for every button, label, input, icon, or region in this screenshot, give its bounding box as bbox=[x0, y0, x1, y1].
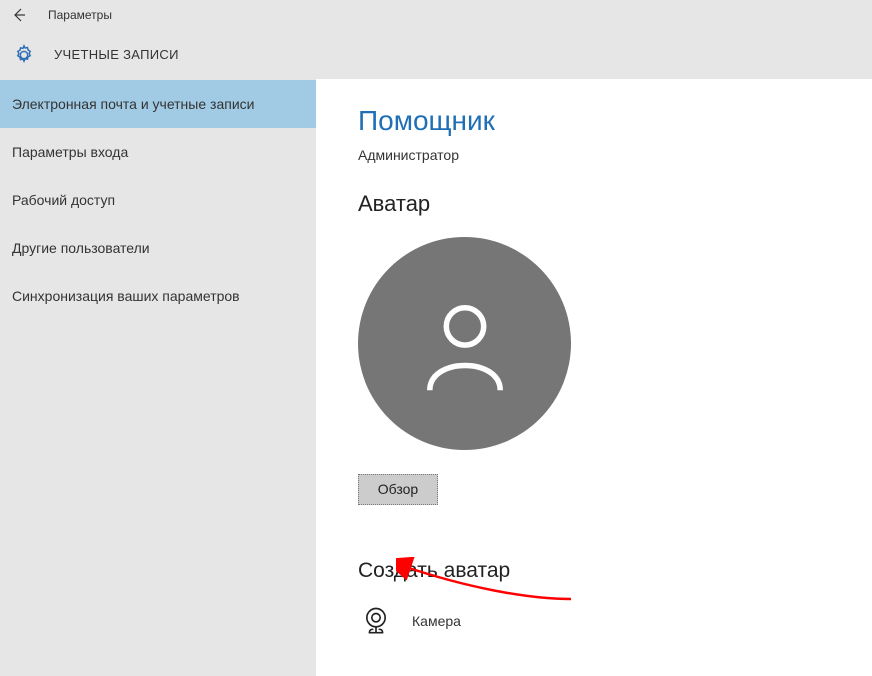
sidebar-item-email-accounts[interactable]: Электронная почта и учетные записи bbox=[0, 80, 316, 128]
avatar bbox=[358, 237, 571, 450]
titlebar: Параметры bbox=[0, 0, 872, 30]
camera-icon bbox=[358, 603, 394, 639]
sidebar-item-label: Синхронизация ваших параметров bbox=[12, 288, 240, 304]
sidebar-item-other-users[interactable]: Другие пользователи bbox=[0, 224, 316, 272]
page-header: УЧЕТНЫЕ ЗАПИСИ bbox=[0, 30, 872, 79]
sidebar-item-signin-options[interactable]: Параметры входа bbox=[0, 128, 316, 176]
sidebar-item-label: Рабочий доступ bbox=[12, 192, 115, 208]
account-role: Администратор bbox=[358, 147, 872, 163]
browse-button[interactable]: Обзор bbox=[358, 474, 438, 505]
page-title: УЧЕТНЫЕ ЗАПИСИ bbox=[54, 47, 179, 62]
body: Электронная почта и учетные записи Парам… bbox=[0, 79, 872, 676]
content: Помощник Администратор Аватар Обзор Созд… bbox=[316, 79, 872, 676]
person-icon bbox=[410, 289, 520, 399]
gear-icon bbox=[12, 43, 36, 67]
avatar-section-title: Аватар bbox=[358, 191, 872, 217]
sidebar: Электронная почта и учетные записи Парам… bbox=[0, 79, 316, 676]
window-title: Параметры bbox=[48, 8, 112, 22]
sidebar-item-work-access[interactable]: Рабочий доступ bbox=[0, 176, 316, 224]
arrow-left-icon bbox=[11, 7, 27, 23]
camera-label: Камера bbox=[412, 613, 461, 629]
sidebar-item-label: Параметры входа bbox=[12, 144, 128, 160]
back-button[interactable] bbox=[4, 0, 34, 30]
account-username: Помощник bbox=[358, 105, 872, 137]
create-avatar-section: Создать аватар Камера bbox=[358, 559, 872, 639]
create-avatar-title: Создать аватар bbox=[358, 559, 872, 583]
camera-option[interactable]: Камера bbox=[358, 603, 872, 639]
sidebar-item-sync-settings[interactable]: Синхронизация ваших параметров bbox=[0, 272, 316, 320]
sidebar-item-label: Электронная почта и учетные записи bbox=[12, 96, 254, 112]
sidebar-item-label: Другие пользователи bbox=[12, 240, 150, 256]
